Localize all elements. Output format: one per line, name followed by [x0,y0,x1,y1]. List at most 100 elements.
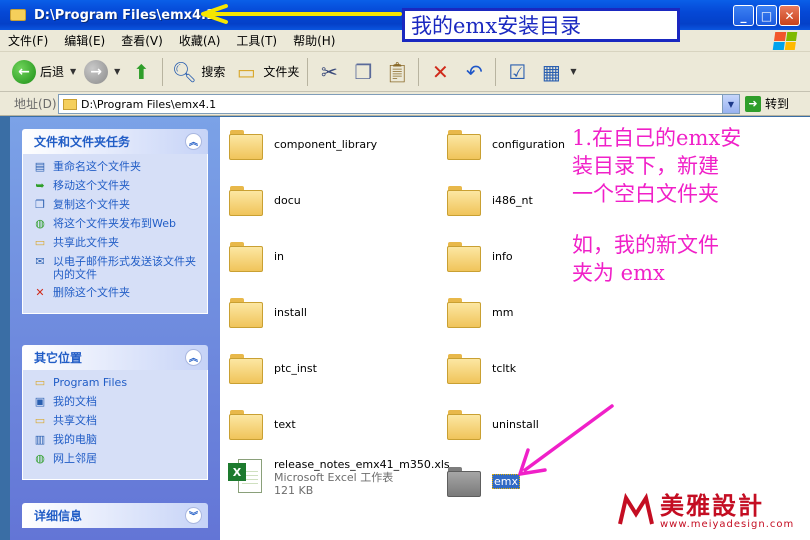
task-move-folder[interactable]: ➥ 移动这个文件夹 [33,179,199,193]
back-button[interactable]: ← 后退 ▼ [0,55,80,89]
folder-item[interactable]: uninstall [446,407,539,441]
collapse-chevron-icon[interactable]: ︽ [185,133,202,150]
place-my-computer[interactable]: ▥ 我的电脑 [33,433,199,447]
go-button[interactable]: ➜ 转到 [745,95,789,112]
annotation-line: 1.在自己的emx安 [572,126,742,150]
back-dropdown-icon[interactable]: ▼ [70,67,76,76]
task-rename-folder[interactable]: ▤ 重命名这个文件夹 [33,160,199,174]
place-network[interactable]: ◍ 网上邻居 [33,452,199,466]
panel-header[interactable]: 其它位置 ︽ [22,345,208,370]
delete-button[interactable]: ✕ [423,55,457,89]
place-label: 共享文档 [53,414,97,427]
folder-icon [446,351,482,385]
address-input[interactable]: D:\Program Files\emx4.1 ▼ [58,94,740,114]
watermark: 美雅設計 www.meiyadesign.com [612,486,802,536]
toolbar: ← 后退 ▼ → ▼ ⬆ 🔍︎ 搜索 ▭ 文件夹 ✂ ❐ 📋︎ ✕ ↶ ☑ ▦ … [0,52,810,92]
copy-button[interactable]: ❐ [346,55,380,89]
forward-dropdown-icon[interactable]: ▼ [114,67,120,76]
address-dropdown-icon[interactable]: ▼ [722,95,739,113]
folder-item[interactable]: configuration [446,127,565,161]
maximize-button[interactable]: □ [756,5,777,26]
task-share-folder[interactable]: ▭ 共享此文件夹 [33,236,199,250]
folder-item[interactable]: i486_nt [446,183,533,217]
close-button[interactable]: ✕ [779,5,800,26]
task-delete-folder[interactable]: ✕ 删除这个文件夹 [33,286,199,300]
collapse-chevron-icon[interactable]: ︽ [185,349,202,366]
xls-file-item[interactable]: X release_notes_emx41_m350.xls Microsoft… [228,457,450,497]
undo-button[interactable]: ↶ [457,55,491,89]
task-label: 删除这个文件夹 [53,286,130,299]
file-name: install [274,305,307,319]
folder-icon [446,239,482,273]
file-name: info [492,249,513,263]
annotation-install-dir-box: 我的emx安装目录 [402,8,680,42]
folder-icon [10,9,26,21]
annotation-line: 夹为 emx [572,261,665,285]
place-program-files[interactable]: ▭ Program Files [33,376,199,390]
task-label: 共享此文件夹 [53,236,119,249]
folder-icon: ▭ [34,376,46,389]
folder-icon [446,183,482,217]
xls-file-info: release_notes_emx41_m350.xls Microsoft E… [274,458,450,497]
place-my-documents[interactable]: ▣ 我的文档 [33,395,199,409]
new-folder-item[interactable]: emx [446,464,520,498]
folder-icon [446,464,482,498]
folders-label: 文件夹 [263,65,300,79]
folder-item[interactable]: in [228,239,284,273]
other-places-panel: 其它位置 ︽ ▭ Program Files ▣ 我的文档 ▭ 共享文档 ▥ 我的电脑 … [22,345,208,480]
folder-icon [446,295,482,329]
up-folder-button[interactable]: ⬆ [124,55,158,89]
menu-tools[interactable]: 工具(T) [228,32,285,49]
menu-help[interactable]: 帮助(H) [285,32,343,49]
paste-button[interactable]: 📋︎ [380,55,414,89]
copy-icon: ❐ [354,59,373,84]
go-label: 转到 [765,97,790,111]
task-copy-folder[interactable]: ❐ 复制这个文件夹 [33,198,199,212]
share-folder-icon: ▭ [34,236,46,249]
search-button[interactable]: 🔍︎ 搜索 [167,55,229,89]
folder-item[interactable]: component_library [228,127,377,161]
panel-header[interactable]: 详细信息 ︾ [22,503,208,528]
panel-title: 其它位置 [34,351,83,365]
search-label: 搜索 [201,65,226,79]
folder-item[interactable]: tcltk [446,351,516,385]
place-shared-documents[interactable]: ▭ 共享文档 [33,414,199,428]
folder-item[interactable]: install [228,295,307,329]
annotation-line: 如，我的新文件 [572,233,719,257]
computer-icon: ▥ [34,433,46,446]
properties-icon: ☑ [508,59,527,84]
folder-icon [228,351,264,385]
shared-folder-icon: ▭ [34,414,46,427]
file-name-rename-field[interactable]: emx [492,473,520,489]
watermark-title: 美雅設計 [660,490,764,520]
task-label: 以电子邮件形式发送该文件夹内的文件 [53,255,196,281]
folder-item[interactable]: mm [446,295,513,329]
folder-icon [446,407,482,441]
file-type: Microsoft Excel 工作表 [274,470,394,484]
menu-edit[interactable]: 编辑(E) [56,32,113,49]
details-panel: 详细信息 ︾ [22,503,208,528]
task-publish-web[interactable]: ◍ 将这个文件夹发布到Web [33,217,199,231]
views-button[interactable]: ▦ ▼ [534,55,580,89]
file-name: text [274,417,296,431]
annotation-install-dir-text: 我的emx安装目录 [411,14,582,38]
folder-icon [228,407,264,441]
expand-chevron-icon[interactable]: ︾ [185,507,202,524]
views-dropdown-icon[interactable]: ▼ [570,67,576,76]
task-email-files[interactable]: ✉ 以电子邮件形式发送该文件夹内的文件 [33,255,199,281]
excel-icon: X [228,457,264,497]
cut-button[interactable]: ✂ [312,55,346,89]
menu-favorites[interactable]: 收藏(A) [171,32,229,49]
properties-button[interactable]: ☑ [500,55,534,89]
folder-item[interactable]: text [228,407,296,441]
folder-item[interactable]: info [446,239,513,273]
file-name: tcltk [492,361,517,375]
menu-file[interactable]: 文件(F) [0,32,56,49]
minimize-button[interactable]: _ [733,5,754,26]
folders-button[interactable]: ▭ 文件夹 [229,55,303,89]
menu-view[interactable]: 查看(V) [113,32,171,49]
forward-button[interactable]: → ▼ [80,55,124,89]
folder-item[interactable]: ptc_inst [228,351,317,385]
folder-item[interactable]: docu [228,183,301,217]
panel-header[interactable]: 文件和文件夹任务 ︽ [22,129,208,154]
